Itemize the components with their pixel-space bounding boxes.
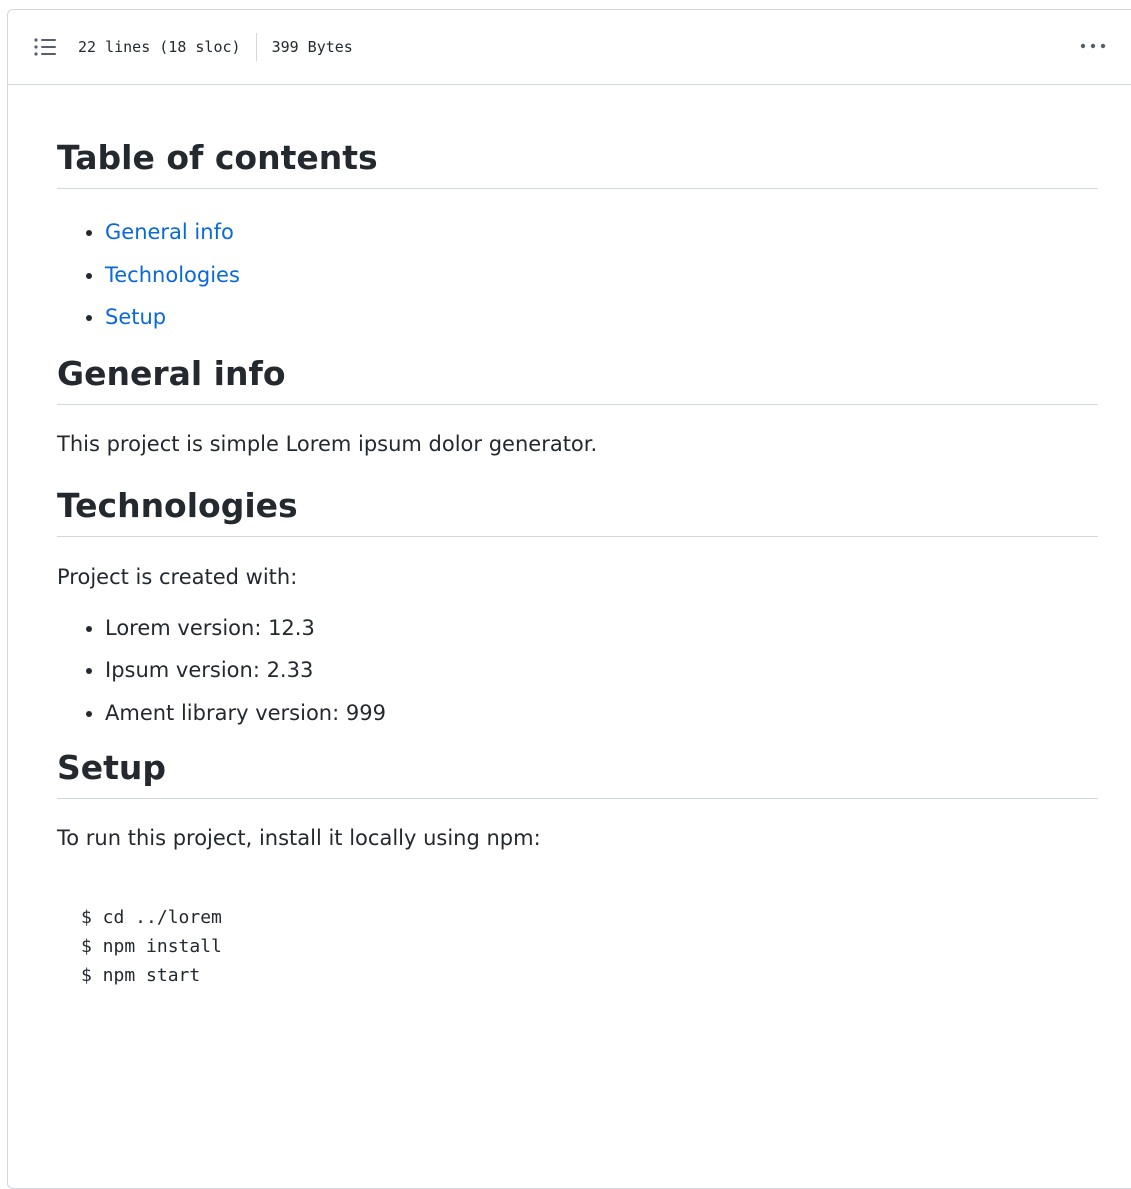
toc-item-setup: Setup <box>105 296 1098 339</box>
code-line: $ npm install <box>81 936 222 957</box>
toc-link-setup[interactable]: Setup <box>105 305 166 329</box>
toc-link-general-info[interactable]: General info <box>105 220 234 244</box>
general-info-text: This project is simple Lorem ipsum dolor… <box>57 431 598 456</box>
list-unordered-icon <box>34 38 56 56</box>
technologies-intro: Project is created with: <box>57 564 298 589</box>
file-size-info: 399 Bytes <box>271 38 353 56</box>
technology-item: Ament library version: 999 <box>105 692 1098 735</box>
kebab-horizontal-icon <box>1080 43 1106 49</box>
setup-code-block: $ cd ../lorem $ npm install $ npm start <box>57 903 1098 990</box>
toc-link-technologies[interactable]: Technologies <box>105 263 240 287</box>
technologies-heading: Technologies <box>57 486 1098 537</box>
readme-file-box: 22 lines (18 sloc) 399 Bytes Table of co… <box>7 9 1131 1189</box>
setup-text: To run this project, install it locally … <box>57 826 541 850</box>
file-lines-info: 22 lines (18 sloc) <box>78 38 241 56</box>
general-info-heading: General info <box>57 354 1098 405</box>
setup-heading: Setup <box>57 748 1098 799</box>
toc-item-general-info: General info <box>105 211 1098 254</box>
readme-content: Table of contents General info Technolog… <box>8 138 1131 990</box>
technology-item: Lorem version: 12.3 <box>105 607 1098 650</box>
more-options-button[interactable] <box>1078 36 1108 56</box>
toc-heading: Table of contents <box>57 138 1098 189</box>
toc-list: General info Technologies Setup <box>57 211 1098 339</box>
technologies-list: Lorem version: 12.3 Ipsum version: 2.33 … <box>57 607 1098 735</box>
file-info: 22 lines (18 sloc) 399 Bytes <box>78 33 353 61</box>
technology-item: Ipsum version: 2.33 <box>105 649 1098 692</box>
file-header: 22 lines (18 sloc) 399 Bytes <box>8 10 1131 85</box>
table-of-contents-button[interactable] <box>32 34 58 60</box>
file-info-divider <box>255 33 257 61</box>
toc-item-technologies: Technologies <box>105 254 1098 297</box>
code-line: $ npm start <box>81 965 201 986</box>
code-line: $ cd ../lorem <box>81 907 222 928</box>
